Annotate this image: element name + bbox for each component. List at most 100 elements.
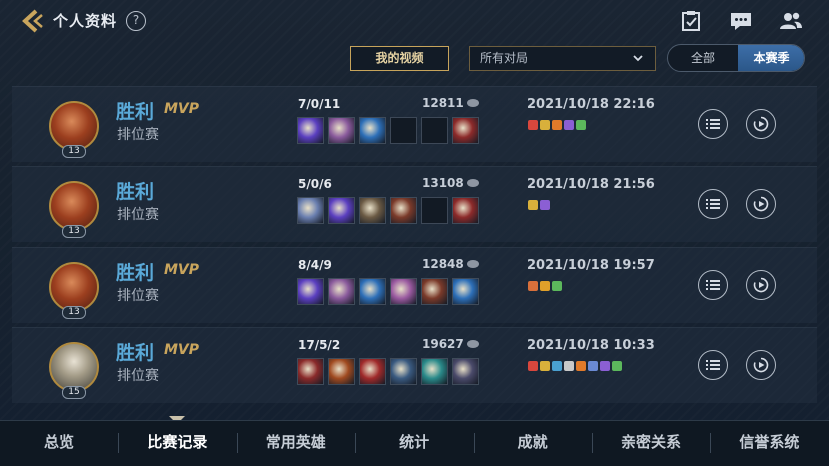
match-datetime: 2021/10/18 21:56 bbox=[527, 177, 655, 192]
achievement-icon bbox=[588, 361, 598, 371]
item-icon[interactable] bbox=[390, 197, 417, 224]
item-icon[interactable] bbox=[359, 117, 386, 144]
segment-all[interactable]: 全部 bbox=[668, 45, 738, 71]
item-icon[interactable] bbox=[328, 358, 355, 385]
achievement-icon bbox=[528, 361, 538, 371]
tab-separator bbox=[473, 433, 475, 453]
list-icon bbox=[706, 199, 720, 209]
match-datetime: 2021/10/18 22:16 bbox=[527, 97, 655, 112]
tab-5[interactable]: 亲密关系 bbox=[592, 431, 710, 452]
match-details-button[interactable] bbox=[698, 270, 728, 300]
kda-text: 8/4/9 bbox=[298, 258, 332, 272]
tab-2[interactable]: 常用英雄 bbox=[237, 431, 355, 452]
achievement-icon bbox=[552, 281, 562, 291]
hero-level-badge: 13 bbox=[62, 225, 86, 238]
item-icon[interactable] bbox=[328, 117, 355, 144]
replay-icon bbox=[753, 277, 769, 293]
empty-item-slot[interactable] bbox=[390, 117, 417, 144]
item-icon[interactable] bbox=[452, 278, 479, 305]
item-icon[interactable] bbox=[452, 117, 479, 144]
kda-text: 7/0/11 bbox=[298, 97, 341, 111]
empty-item-slot[interactable] bbox=[421, 197, 448, 224]
achievement-icon bbox=[552, 361, 562, 371]
tab-3[interactable]: 统计 bbox=[355, 431, 473, 452]
chat-icon[interactable] bbox=[729, 10, 753, 32]
tab-separator bbox=[592, 433, 593, 453]
match-details-button[interactable] bbox=[698, 350, 728, 380]
replay-button[interactable] bbox=[746, 270, 776, 300]
match-row[interactable]: 15 胜利 MVP 排位赛 17/5/2 19627 2021/10/18 10… bbox=[12, 327, 817, 403]
task-checklist-icon[interactable] bbox=[680, 10, 704, 32]
tab-separator bbox=[710, 433, 712, 453]
mvp-badge: MVP bbox=[164, 262, 200, 278]
replay-button[interactable] bbox=[746, 109, 776, 139]
match-result: 胜利 bbox=[116, 181, 155, 203]
item-icon[interactable] bbox=[297, 278, 324, 305]
achievement-icon bbox=[600, 361, 610, 371]
replay-icon bbox=[753, 196, 769, 212]
item-icon[interactable] bbox=[328, 197, 355, 224]
match-datetime: 2021/10/18 10:33 bbox=[527, 338, 655, 353]
item-icon[interactable] bbox=[452, 358, 479, 385]
item-icon[interactable] bbox=[421, 278, 448, 305]
match-filter-select[interactable]: 所有对局 bbox=[469, 46, 656, 71]
gold-value: 13108 bbox=[422, 176, 464, 190]
match-result: 胜利 bbox=[116, 262, 155, 284]
match-details-button[interactable] bbox=[698, 109, 728, 139]
season-segment-control: 全部 本赛季 bbox=[667, 44, 805, 72]
item-icon[interactable] bbox=[452, 197, 479, 224]
segment-this-season[interactable]: 本赛季 bbox=[738, 45, 804, 71]
hero-level-badge: 15 bbox=[62, 386, 86, 399]
tab-4[interactable]: 成就 bbox=[474, 431, 592, 452]
achievement-icon bbox=[576, 361, 586, 371]
item-icon[interactable] bbox=[390, 278, 417, 305]
hero-avatar bbox=[49, 181, 99, 231]
replay-button[interactable] bbox=[746, 189, 776, 219]
item-icon[interactable] bbox=[359, 278, 386, 305]
kda-text: 17/5/2 bbox=[298, 338, 341, 352]
gold-value: 12848 bbox=[422, 257, 464, 271]
item-icon[interactable] bbox=[359, 197, 386, 224]
empty-item-slot[interactable] bbox=[421, 117, 448, 144]
help-icon[interactable]: ? bbox=[126, 11, 146, 31]
gold-value: 12811 bbox=[422, 96, 464, 110]
match-row[interactable]: 13 胜利 排位赛 5/0/6 13108 2021/10/18 21:56 bbox=[12, 166, 817, 242]
bottom-tab-bar: 总览 比赛记录 常用英雄 统计 成就 亲密关系 信誉系统 bbox=[0, 420, 829, 466]
item-icon[interactable] bbox=[390, 358, 417, 385]
item-icon[interactable] bbox=[297, 197, 324, 224]
friends-icon[interactable] bbox=[779, 10, 803, 32]
match-row[interactable]: 13 胜利 MVP 排位赛 7/0/11 12811 2021/10/18 22… bbox=[12, 86, 817, 162]
item-icon[interactable] bbox=[359, 358, 386, 385]
tab-6[interactable]: 信誉系统 bbox=[710, 431, 828, 452]
item-icon[interactable] bbox=[297, 117, 324, 144]
item-icon[interactable] bbox=[328, 278, 355, 305]
item-icon[interactable] bbox=[421, 358, 448, 385]
achievement-icon bbox=[540, 200, 550, 210]
match-mode: 排位赛 bbox=[117, 207, 159, 223]
replay-icon bbox=[753, 357, 769, 373]
tab-1[interactable]: 比赛记录 bbox=[118, 431, 236, 452]
kda-text: 5/0/6 bbox=[298, 177, 332, 191]
tab-separator bbox=[236, 433, 238, 453]
my-videos-button[interactable]: 我的视频 bbox=[350, 46, 449, 71]
gold-amount: 13108 bbox=[422, 176, 479, 190]
match-result: 胜利 bbox=[116, 101, 155, 123]
match-details-button[interactable] bbox=[698, 189, 728, 219]
list-icon bbox=[706, 119, 720, 129]
match-filter-value: 所有对局 bbox=[480, 51, 529, 65]
match-row[interactable]: 13 胜利 MVP 排位赛 8/4/9 12848 2021/10/18 19:… bbox=[12, 247, 817, 323]
replay-button[interactable] bbox=[746, 350, 776, 380]
achievement-icon bbox=[528, 200, 538, 210]
match-result: 胜利 bbox=[116, 342, 155, 364]
list-icon bbox=[706, 360, 720, 370]
hero-avatar bbox=[49, 101, 99, 151]
replay-icon bbox=[753, 116, 769, 132]
achievement-icon bbox=[564, 361, 574, 371]
item-icon[interactable] bbox=[297, 358, 324, 385]
page-title: 个人资料 bbox=[53, 12, 118, 30]
tab-0[interactable]: 总览 bbox=[0, 431, 118, 452]
back-arrow-icon[interactable] bbox=[20, 9, 46, 33]
achievement-icon bbox=[540, 120, 550, 130]
mvp-badge: MVP bbox=[164, 101, 200, 117]
coin-icon bbox=[466, 179, 479, 187]
